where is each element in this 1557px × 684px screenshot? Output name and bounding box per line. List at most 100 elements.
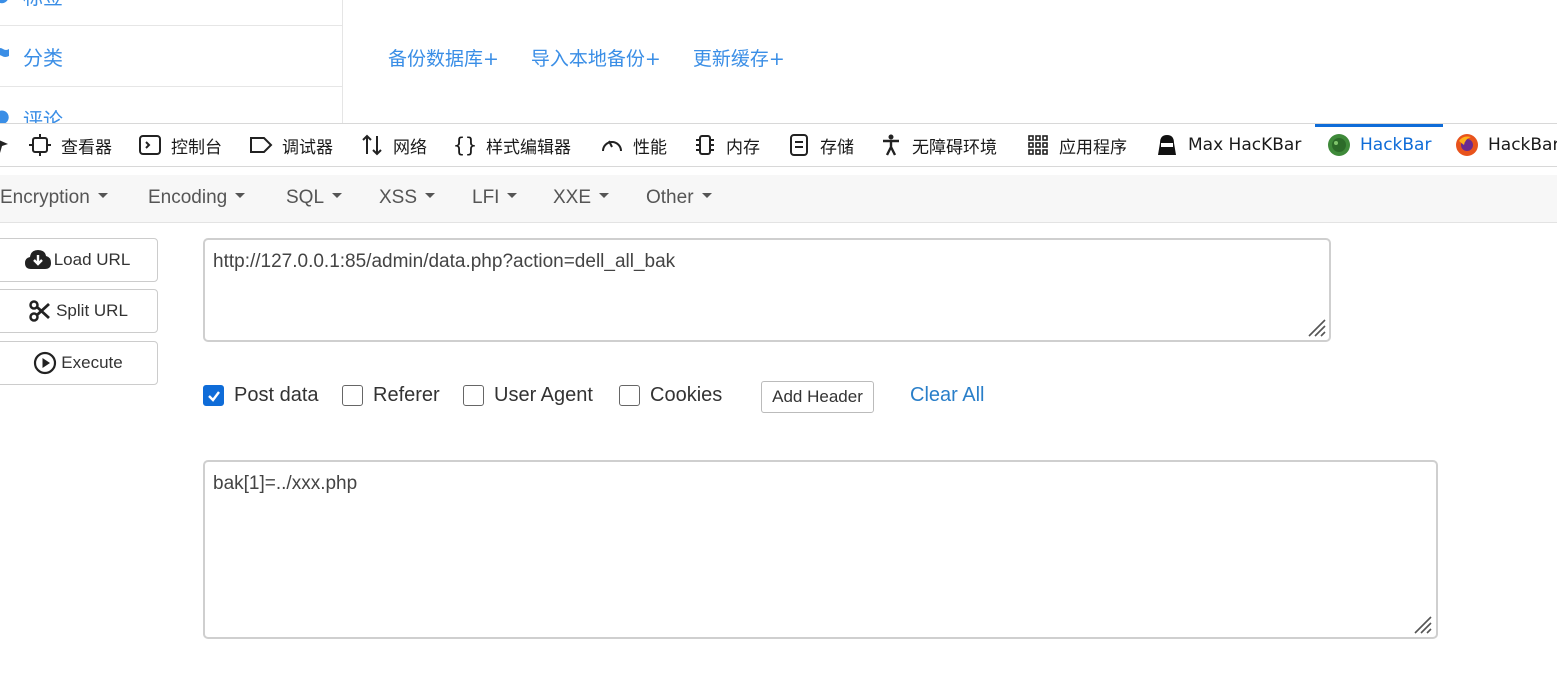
clear-all-link[interactable]: Clear All: [910, 384, 984, 407]
tab-label: 控制台: [171, 137, 222, 158]
flag-icon: [0, 46, 10, 67]
cookies-label: Cookies: [650, 384, 723, 406]
load-url-label: Load URL: [53, 250, 131, 269]
caret-down-icon: [701, 193, 712, 199]
admin-page-top: ● 标签 分类 ● 评论 备份数据库+ 导入本地备份+ 更新缓存+: [0, 0, 1557, 123]
tab-label: HackBar: [1360, 135, 1432, 155]
backup-database-link[interactable]: 备份数据库+: [388, 44, 499, 71]
menu-label: XXE: [553, 187, 592, 208]
post-data-option[interactable]: Post data: [203, 384, 319, 407]
referer-label: Referer: [373, 384, 440, 406]
user-agent-checkbox[interactable]: [463, 385, 484, 406]
checkmark-icon: [207, 390, 220, 402]
application-icon: [1026, 133, 1050, 157]
split-url-label: Split URL: [56, 301, 128, 320]
caret-down-icon: [507, 193, 518, 199]
tab-label: Max HacKBar: [1188, 135, 1302, 155]
menu-xss[interactable]: XSS: [379, 187, 436, 209]
tab-style-editor[interactable]: {} 样式编辑器: [453, 124, 571, 166]
caret-down-icon: [425, 193, 436, 199]
scissors-icon: [26, 299, 54, 323]
inspector-icon: [28, 133, 52, 157]
menu-xxe[interactable]: XXE: [553, 187, 610, 209]
user-agent-option[interactable]: User Agent: [463, 384, 593, 407]
debugger-icon: [249, 133, 273, 157]
split-url-button[interactable]: Split URL: [0, 289, 158, 333]
caret-down-icon: [599, 193, 610, 199]
hackbar-menu: Encryption Encoding SQL XSS LFI XXE Othe…: [0, 175, 1557, 223]
tab-hackbar-fox[interactable]: HackBar: [1455, 124, 1557, 166]
nav-item-category[interactable]: 分类: [0, 27, 342, 87]
max-hackbar-icon: [1155, 133, 1179, 157]
tab-network[interactable]: 网络: [360, 124, 427, 166]
execute-button[interactable]: Execute: [0, 341, 158, 385]
nav-item-label: 分类: [23, 46, 63, 70]
menu-label: Encryption: [0, 187, 90, 208]
backup-actions: 备份数据库+ 导入本地备份+ 更新缓存+: [388, 44, 817, 71]
memory-icon: [693, 133, 717, 157]
update-cache-link[interactable]: 更新缓存+: [693, 44, 785, 71]
console-icon: [138, 133, 162, 157]
comment-icon: ●: [0, 106, 10, 123]
menu-encryption[interactable]: Encryption: [0, 187, 108, 209]
menu-encoding[interactable]: Encoding: [148, 187, 246, 209]
load-url-button[interactable]: Load URL: [0, 238, 158, 282]
tab-label: 网络: [393, 137, 427, 158]
tab-label: 性能: [633, 137, 667, 158]
storage-icon: [787, 133, 811, 157]
menu-other[interactable]: Other: [646, 187, 712, 209]
execute-label: Execute: [61, 353, 123, 372]
tag-icon: ●: [0, 0, 10, 6]
tab-accessibility[interactable]: 无障碍环境: [879, 124, 997, 166]
style-editor-icon: {}: [452, 133, 478, 157]
post-data-label: Post data: [234, 384, 319, 406]
tab-console[interactable]: 控制台: [138, 124, 222, 166]
url-textarea[interactable]: http://127.0.0.1:85/admin/data.php?actio…: [203, 238, 1331, 342]
hackbar-fox-icon: [1455, 133, 1479, 157]
tab-label: 存储: [820, 137, 854, 158]
tab-label: HackBar: [1488, 135, 1557, 155]
nav-item-comments[interactable]: ● 评论: [0, 88, 342, 123]
menu-label: Other: [646, 187, 694, 208]
menu-sql[interactable]: SQL: [286, 187, 343, 209]
tab-label: 调试器: [282, 137, 333, 158]
hackbar-icon: [1327, 133, 1351, 157]
play-circle-icon: [31, 351, 59, 375]
menu-label: Encoding: [148, 187, 228, 208]
tab-max-hackbar[interactable]: Max HacKBar: [1155, 124, 1301, 166]
caret-down-icon: [235, 193, 246, 199]
tab-performance[interactable]: 性能: [600, 124, 667, 166]
accessibility-icon: [879, 133, 903, 157]
add-header-button[interactable]: Add Header: [761, 381, 874, 413]
cookies-option[interactable]: Cookies: [619, 384, 722, 407]
referer-option[interactable]: Referer: [342, 384, 440, 407]
nav-item-label: 评论: [23, 108, 63, 123]
caret-down-icon: [332, 193, 343, 199]
cookies-checkbox[interactable]: [619, 385, 640, 406]
tab-label: 内存: [726, 137, 760, 158]
devtools-picker[interactable]: [0, 124, 21, 166]
import-local-backup-link[interactable]: 导入本地备份+: [531, 44, 661, 71]
tab-label: 应用程序: [1059, 137, 1127, 158]
menu-label: LFI: [472, 187, 500, 208]
tab-memory[interactable]: 内存: [693, 124, 760, 166]
caret-down-icon: [97, 193, 108, 199]
nav-item-tags[interactable]: ● 标签: [0, 0, 342, 26]
menu-label: SQL: [286, 187, 325, 208]
menu-lfi[interactable]: LFI: [472, 187, 518, 209]
referer-checkbox[interactable]: [342, 385, 363, 406]
tab-label: 查看器: [61, 137, 112, 158]
devtools-tab-bar: 查看器 控制台 调试器 网络 {} 样式编辑器 性能 内存 存储 无障碍环境 应…: [0, 123, 1557, 167]
nav-item-label: 标签: [23, 0, 63, 10]
tab-application[interactable]: 应用程序: [1026, 124, 1127, 166]
tab-hackbar-active[interactable]: HackBar: [1314, 124, 1444, 166]
admin-left-nav: ● 标签 分类 ● 评论: [0, 0, 343, 123]
tab-label: 无障碍环境: [912, 137, 997, 158]
performance-icon: [600, 133, 624, 157]
tab-storage[interactable]: 存储: [787, 124, 854, 166]
tab-debugger[interactable]: 调试器: [249, 124, 333, 166]
tab-inspector[interactable]: 查看器: [28, 124, 112, 166]
post-data-checkbox[interactable]: [203, 385, 224, 406]
element-picker-icon: [0, 133, 12, 157]
post-body-textarea[interactable]: bak[1]=../xxx.php: [203, 460, 1438, 639]
